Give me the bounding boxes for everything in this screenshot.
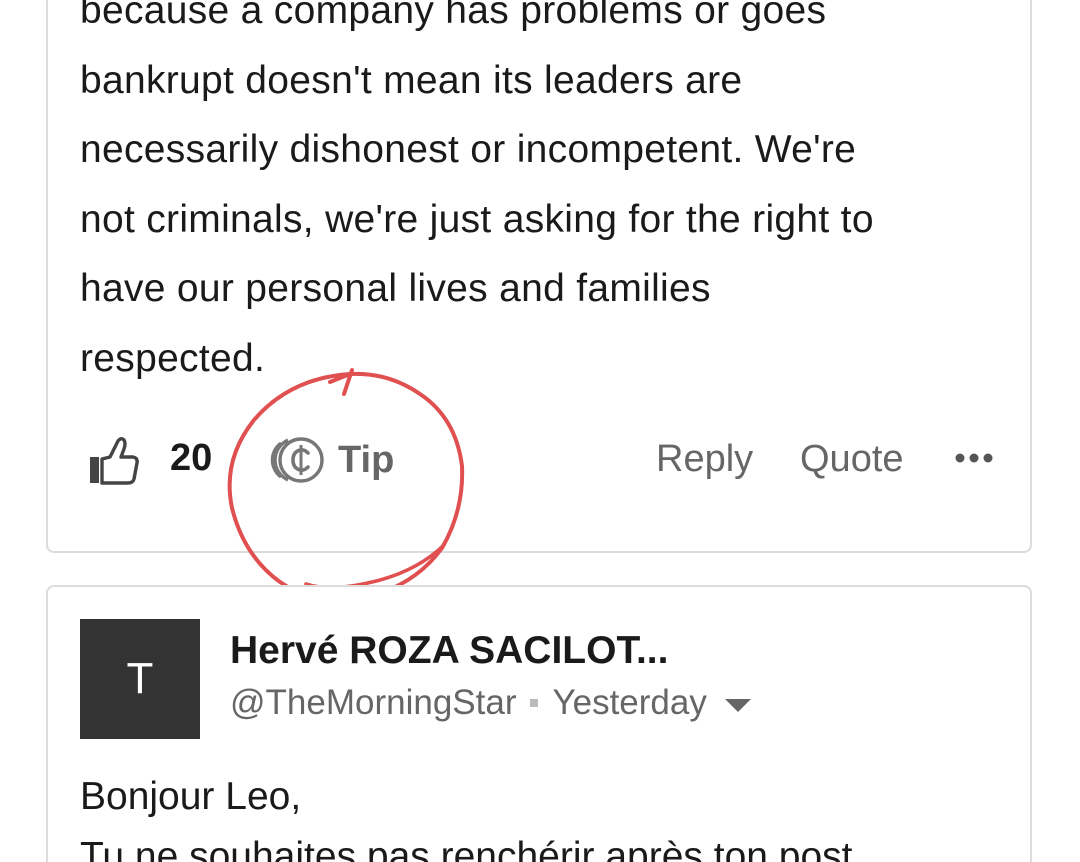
comment-body-line: Bonjour Leo, — [80, 775, 302, 818]
comment-body-line: have our personal lives and families — [80, 267, 711, 310]
tip-label: Tip — [338, 438, 395, 481]
meta-separator — [530, 699, 539, 707]
more-options-button[interactable] — [954, 448, 994, 468]
comment-body-line: not criminals, we're just asking for the… — [80, 197, 874, 241]
author-handle[interactable]: @TheMorningStar — [230, 683, 516, 723]
comment-actions-bar: 20 Tip Reply Quote — [48, 430, 1030, 490]
like-count: 20 — [170, 437, 213, 479]
comment-meta: @TheMorningStar Yesterday — [230, 683, 751, 723]
avatar-letter: T — [126, 654, 154, 703]
tip-button[interactable]: Tip — [270, 432, 394, 488]
author-name[interactable]: Hervé ROZA SACILOT... — [230, 629, 668, 673]
comment-card: T Hervé ROZA SACILOT... @TheMorningStar … — [46, 585, 1032, 862]
comments-page: because a company has problems or goes b… — [0, 0, 1080, 862]
reply-button[interactable]: Reply — [656, 438, 753, 481]
comment-timestamp: Yesterday — [552, 683, 707, 722]
comment-body: because a company has problems or goes b… — [80, 0, 1010, 393]
coin-tip-icon — [270, 437, 324, 483]
comment-body-line: because a company has problems or goes — [80, 0, 827, 32]
comment-body-line: Tu ne souhaites pas renchérir après ton … — [80, 835, 853, 862]
comment-body-line: necessarily dishonest or incompetent. We… — [80, 128, 857, 171]
like-button[interactable] — [88, 435, 140, 485]
ellipsis-icon — [955, 453, 993, 463]
avatar[interactable]: T — [80, 619, 200, 739]
quote-button[interactable]: Quote — [800, 438, 904, 481]
comment-body-line: respected. — [80, 336, 266, 380]
comment-body-line: bankrupt doesn't mean its leaders are — [80, 58, 743, 102]
comment-card: because a company has problems or goes b… — [46, 0, 1032, 553]
chevron-down-icon[interactable] — [724, 698, 751, 712]
thumbs-up-icon — [90, 437, 139, 485]
comment-body: Bonjour Leo, Tu ne souhaites pas renchér… — [80, 767, 853, 862]
